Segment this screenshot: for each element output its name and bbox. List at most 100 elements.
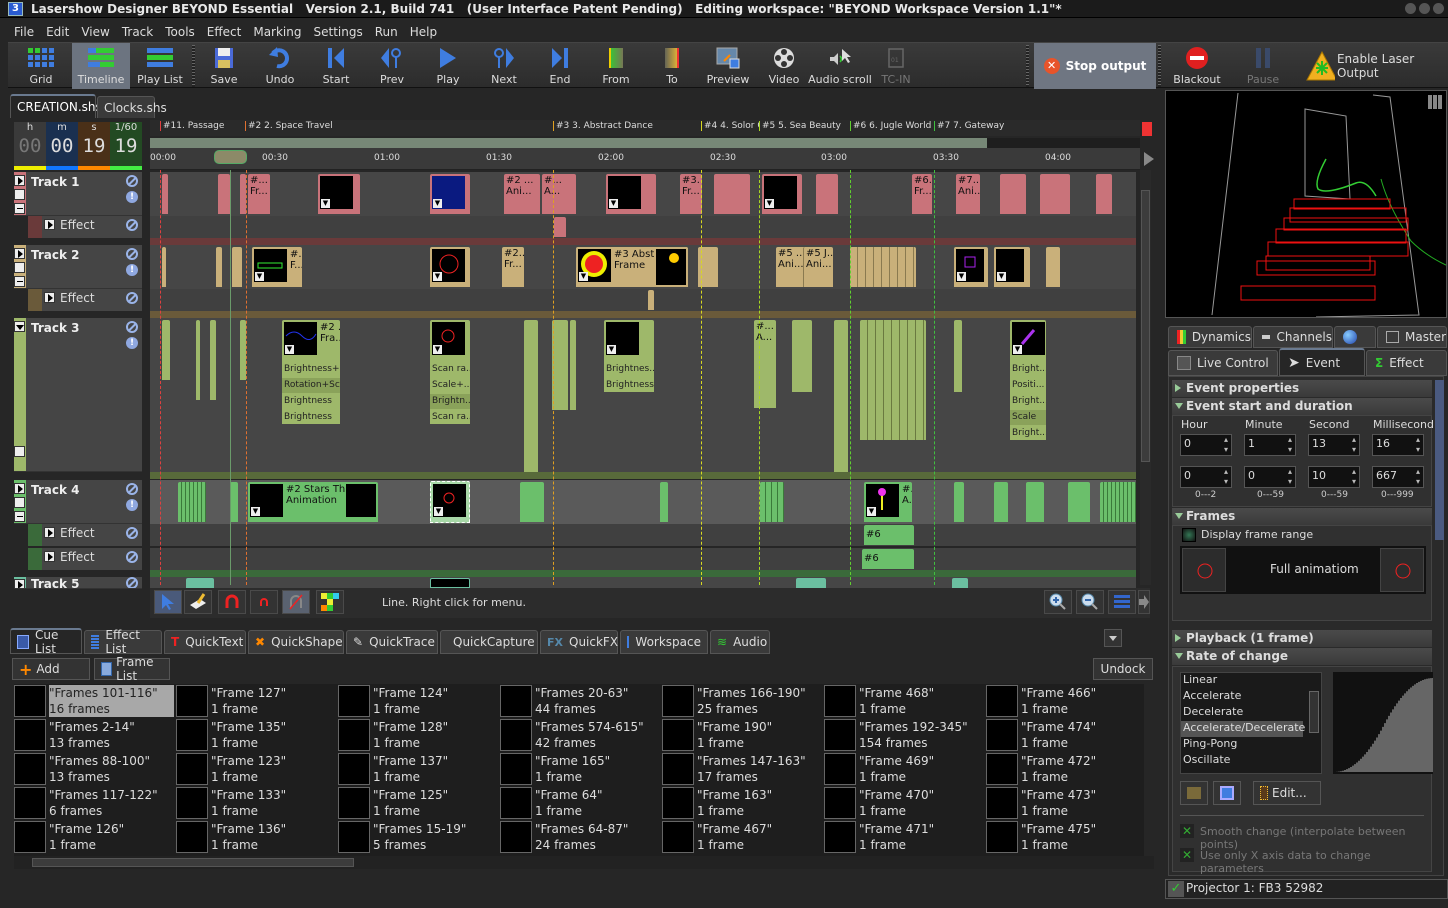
- undock-button[interactable]: Undock: [1093, 658, 1153, 680]
- menu-help[interactable]: Help: [410, 25, 437, 39]
- effect-param[interactable]: Scan ra...: [430, 362, 470, 377]
- tab-effect[interactable]: Σ Effect: [1366, 350, 1447, 376]
- video-button[interactable]: Video: [760, 43, 808, 89]
- expand-toggle[interactable]: [14, 579, 25, 588]
- clip[interactable]: [230, 482, 238, 522]
- frame-list-button[interactable]: Frame List: [94, 655, 170, 683]
- clip[interactable]: [796, 578, 826, 588]
- info-icon[interactable]: !: [126, 337, 138, 349]
- mute-icon[interactable]: [126, 527, 138, 539]
- start-frame-thumb[interactable]: [1182, 548, 1226, 592]
- clip[interactable]: ▼: [430, 174, 470, 214]
- duration-minute-input[interactable]: 0: [1244, 466, 1296, 488]
- scrollbar-thumb[interactable]: [32, 858, 354, 867]
- tab-channels[interactable]: Channels: [1253, 326, 1333, 348]
- menu-track[interactable]: Track: [122, 25, 153, 39]
- clip[interactable]: #7... Ani...: [956, 174, 980, 214]
- effect-row-track4-b[interactable]: Effect: [28, 548, 142, 570]
- marker-1[interactable]: #11. Passage: [160, 121, 224, 131]
- effect-lane-4a[interactable]: [150, 524, 1136, 546]
- rate-option[interactable]: Oscillate: [1181, 753, 1321, 769]
- select-tool-button[interactable]: [154, 590, 182, 614]
- clip[interactable]: [1026, 482, 1044, 522]
- clip[interactable]: [714, 174, 750, 214]
- clip[interactable]: #2... Fr...: [502, 247, 524, 287]
- tc-in-button[interactable]: 01 TC-IN: [872, 43, 920, 89]
- cue-item[interactable]: "Frame 128" 1 frame: [338, 718, 498, 752]
- menu-view[interactable]: View: [81, 25, 109, 39]
- clip[interactable]: ▼: [318, 174, 360, 214]
- effect-param[interactable]: Positi...: [1010, 378, 1046, 393]
- clip[interactable]: [952, 578, 968, 588]
- effect-row-track2[interactable]: Effect: [28, 289, 142, 311]
- cue-item[interactable]: "Frame 165" 1 frame: [500, 752, 660, 786]
- marker-2[interactable]: #2 2. Space Travel: [245, 121, 333, 131]
- menu-file[interactable]: File: [14, 25, 34, 39]
- cue-item[interactable]: "Frames 574-615" 42 frames: [500, 718, 660, 752]
- effect-clip[interactable]: #6 Drag...: [862, 549, 914, 569]
- clip[interactable]: [186, 578, 214, 588]
- end-button[interactable]: End: [536, 43, 584, 89]
- preview-button[interactable]: Preview: [704, 43, 752, 89]
- overview-thumb[interactable]: [150, 138, 987, 148]
- end-frame-thumb[interactable]: [1380, 548, 1424, 592]
- scroll-right-arrow[interactable]: [1144, 152, 1154, 166]
- timeline-view-button[interactable]: Timeline: [72, 43, 130, 89]
- clip[interactable]: [860, 320, 926, 440]
- clip[interactable]: #... Fr...: [248, 174, 270, 214]
- cue-item[interactable]: "Frames 20-63" 44 frames: [500, 684, 660, 718]
- cue-item[interactable]: "Frame 474" 1 frame: [986, 718, 1146, 752]
- menu-settings[interactable]: Settings: [314, 25, 363, 39]
- cue-item[interactable]: "Frame 163" 1 frame: [662, 786, 822, 820]
- clip[interactable]: [1000, 174, 1026, 214]
- effect-param[interactable]: Bright...: [1010, 394, 1046, 409]
- close-button[interactable]: [1433, 3, 1444, 14]
- undo-button[interactable]: Undo: [256, 43, 304, 89]
- cue-item[interactable]: "Frame 190" 1 frame: [662, 718, 822, 752]
- clip[interactable]: [760, 482, 784, 522]
- toolbar-grip[interactable]: [192, 45, 195, 87]
- stop-output-button[interactable]: ✕ Stop output: [1034, 43, 1156, 89]
- track-header-1[interactable]: Track 1 !: [14, 172, 142, 216]
- cue-item[interactable]: "Frame 475" 1 frame: [986, 820, 1146, 854]
- play-button[interactable]: Play: [424, 43, 472, 89]
- tab-event[interactable]: ➤ Event: [1279, 348, 1365, 376]
- audio-scroll-button[interactable]: Audio scroll: [808, 43, 872, 89]
- info-icon[interactable]: !: [126, 191, 138, 203]
- clip[interactable]: ▼: [606, 174, 656, 214]
- cue-item[interactable]: "Frame 470" 1 frame: [824, 786, 984, 820]
- track-height-button[interactable]: [1108, 590, 1136, 614]
- track-checkbox[interactable]: [14, 497, 25, 508]
- edit-curve-button[interactable]: Edit...: [1253, 781, 1321, 805]
- effect-clip[interactable]: #6 Drag...: [864, 525, 914, 545]
- tab-dynamics[interactable]: Dynamics: [1168, 326, 1252, 348]
- cue-item[interactable]: "Frame 466" 1 frame: [986, 684, 1146, 718]
- x-axis-only-checkbox[interactable]: ✕: [1180, 848, 1194, 862]
- cue-item[interactable]: "Frame 135" 1 frame: [176, 718, 336, 752]
- track-checkbox[interactable]: [14, 262, 25, 273]
- rate-option[interactable]: Accelerate: [1181, 689, 1321, 705]
- tab-live-control[interactable]: Live Control: [1168, 350, 1278, 376]
- cue-item[interactable]: "Frame 124" 1 frame: [338, 684, 498, 718]
- effect-param[interactable]: Brightnes...: [604, 362, 654, 377]
- clip[interactable]: [430, 578, 470, 588]
- menu-tools[interactable]: Tools: [165, 25, 195, 39]
- grid-menu-icon[interactable]: [1428, 95, 1442, 109]
- cue-item[interactable]: "Frame 127" 1 frame: [176, 684, 336, 718]
- pause-button[interactable]: Pause: [1234, 43, 1292, 89]
- effect-param[interactable]: Brightness: [604, 378, 654, 393]
- clip[interactable]: [954, 320, 962, 392]
- mute-icon[interactable]: [126, 483, 138, 495]
- enable-laser-output-button[interactable]: Enable Laser Output: [1306, 49, 1448, 83]
- playlist-view-button[interactable]: Play List: [132, 43, 188, 89]
- from-button[interactable]: From: [592, 43, 640, 89]
- zoom-out-button[interactable]: [1076, 590, 1104, 614]
- cue-item[interactable]: "Frame 137" 1 frame: [338, 752, 498, 786]
- cue-item[interactable]: "Frame 469" 1 frame: [824, 752, 984, 786]
- start-button[interactable]: Start: [312, 43, 360, 89]
- expand-toggle[interactable]: [44, 219, 55, 230]
- clip[interactable]: ▼#2 Stars Thru S Animation: [248, 482, 378, 522]
- section-playback[interactable]: Playback (1 frame): [1172, 630, 1432, 647]
- clip[interactable]: [178, 482, 206, 522]
- list-scrollbar[interactable]: [1309, 691, 1319, 733]
